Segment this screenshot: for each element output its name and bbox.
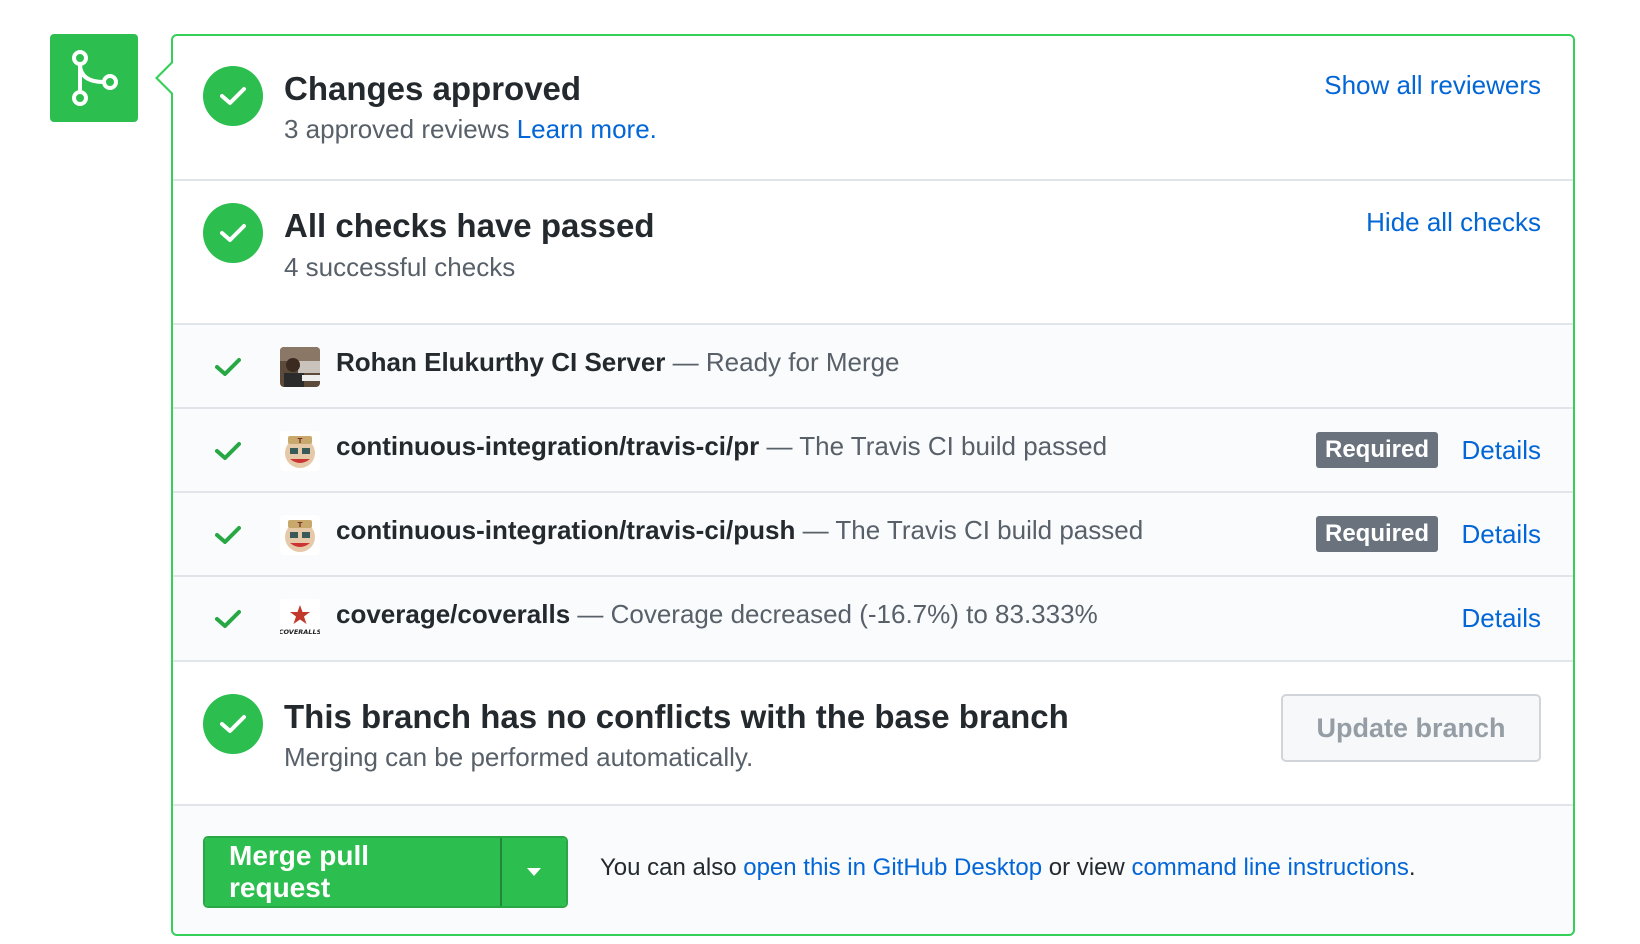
merge-button-group: Merge pull request (203, 836, 568, 908)
check-icon (213, 520, 243, 550)
merge-pull-request-button[interactable]: Merge pull request (205, 838, 502, 906)
check-description: — Ready for Merge (672, 347, 900, 377)
coveralls-icon: COVERALLS (280, 599, 320, 639)
approved-subtitle: 3 approved reviews Learn more. (284, 114, 657, 145)
details-link[interactable]: Details (1462, 519, 1541, 550)
note-middle: or view (1048, 854, 1125, 881)
approved-title: Changes approved (284, 70, 582, 107)
check-icon (213, 352, 243, 382)
check-row: COVERALLS coverage/coveralls — Coverage … (173, 577, 1573, 661)
update-branch-button[interactable]: Update branch (1281, 694, 1541, 762)
check-context: continuous-integration/travis-ci/pr (336, 431, 760, 461)
check-context: continuous-integration/travis-ci/push (336, 515, 796, 545)
required-badge: Required (1315, 432, 1438, 468)
required-badge: Required (1315, 516, 1438, 552)
check-row: T continuous-integration/travis-ci/push … (173, 493, 1573, 577)
details-link[interactable]: Details (1462, 435, 1541, 466)
check-row: T continuous-integration/travis-ci/pr — … (173, 409, 1573, 493)
check-text: continuous-integration/travis-ci/pr — Th… (336, 431, 1107, 462)
merge-dropdown-button[interactable] (502, 838, 566, 906)
checks-subtitle: 4 successful checks (284, 252, 516, 282)
git-merge-icon (50, 34, 138, 122)
branch-subtitle: Merging can be performed automatically. (284, 742, 754, 772)
approved-count: 3 approved reviews (284, 114, 510, 144)
coveralls-wordmark: COVERALLS (280, 628, 320, 636)
checks-list: Rohan Elukurthy CI Server — Ready for Me… (173, 325, 1573, 662)
check-row: Rohan Elukurthy CI Server — Ready for Me… (173, 325, 1573, 409)
avatar (280, 347, 320, 387)
check-circle-icon (203, 203, 263, 263)
svg-text:T: T (298, 521, 303, 529)
check-text: coverage/coveralls — Coverage decreased … (336, 599, 1098, 630)
details-link[interactable]: Details (1462, 603, 1541, 634)
check-description: — The Travis CI build passed (802, 515, 1144, 545)
merge-alternatives-note: You can also open this in GitHub Desktop… (600, 854, 1416, 882)
travis-ci-icon: T (280, 515, 320, 555)
branch-title: This branch has no conflicts with the ba… (284, 698, 1069, 735)
triangle-down-icon (527, 868, 541, 876)
check-text: Rohan Elukurthy CI Server — Ready for Me… (336, 347, 900, 378)
check-circle-icon (203, 694, 263, 754)
check-icon (213, 604, 243, 634)
check-context: coverage/coveralls (336, 599, 571, 629)
checks-section: All checks have passed 4 successful chec… (173, 181, 1573, 325)
github-desktop-link[interactable]: open this in GitHub Desktop (743, 854, 1042, 881)
check-description: — The Travis CI build passed (766, 431, 1108, 461)
check-icon (213, 436, 243, 466)
check-context: Rohan Elukurthy CI Server (336, 347, 666, 377)
hide-all-checks-link[interactable]: Hide all checks (1366, 207, 1541, 238)
checks-title: All checks have passed (284, 207, 655, 244)
branch-status-section: This branch has no conflicts with the ba… (173, 662, 1573, 806)
merge-section: Merge pull request You can also open thi… (173, 806, 1573, 934)
command-line-instructions-link[interactable]: command line instructions (1131, 854, 1408, 881)
check-description: — Coverage decreased (-16.7%) to 83.333% (577, 599, 1098, 629)
show-all-reviewers-link[interactable]: Show all reviewers (1324, 70, 1541, 101)
check-circle-icon (203, 66, 263, 126)
learn-more-link[interactable]: Learn more. (517, 114, 657, 144)
travis-ci-icon: T (280, 431, 320, 471)
approved-section: Changes approved 3 approved reviews Lear… (173, 36, 1573, 181)
panel-pointer-inner (158, 62, 174, 94)
merge-status-panel: Changes approved 3 approved reviews Lear… (155, 34, 1575, 936)
check-text: continuous-integration/travis-ci/push — … (336, 515, 1143, 546)
svg-text:T: T (298, 437, 303, 445)
note-prefix: You can also (600, 854, 737, 881)
merge-box-page: Changes approved 3 approved reviews Lear… (0, 0, 1640, 944)
note-suffix: . (1408, 854, 1416, 881)
